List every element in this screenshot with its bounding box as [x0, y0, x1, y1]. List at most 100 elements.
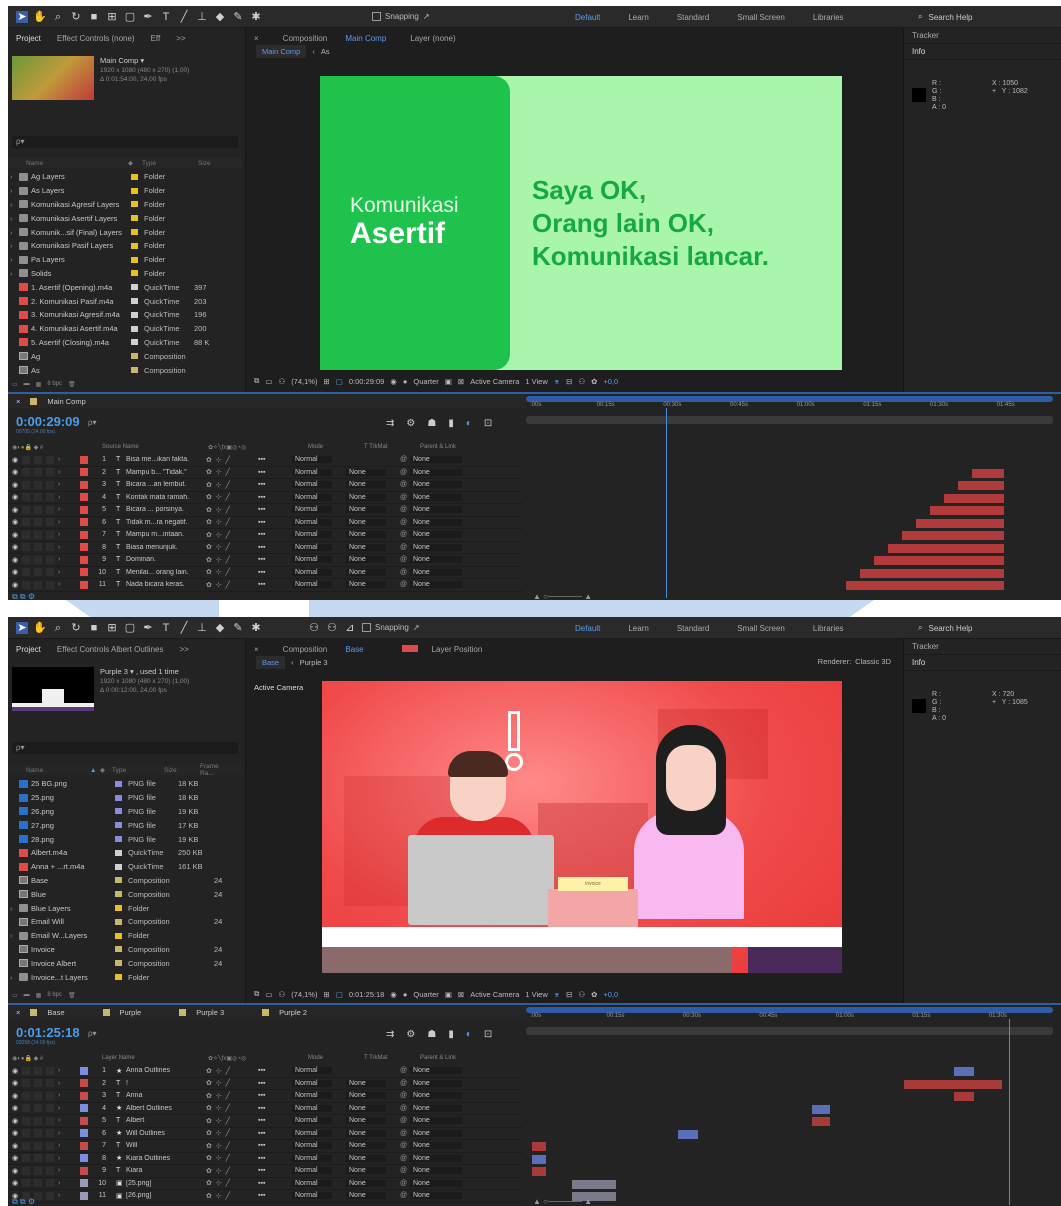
col-size[interactable]: Size [164, 767, 200, 774]
switch-boxes[interactable]: ▪▪▪ [258, 519, 292, 526]
monitor-icon[interactable]: ▭ [265, 990, 272, 999]
layer-row[interactable]: ◉ › 9 T Kiara ✿ ⊹ ╱ ▪▪▪ Normal None @ None [8, 1165, 523, 1178]
blend-mode-dropdown[interactable]: Normal [292, 506, 332, 514]
solo-switch[interactable] [34, 493, 42, 502]
workspace-standard[interactable]: Standard [663, 13, 723, 22]
twirl-arrow-icon[interactable]: › [54, 544, 64, 551]
blend-mode-dropdown[interactable]: Normal [292, 531, 332, 539]
track-matte-dropdown[interactable]: None [346, 481, 386, 489]
color-icon[interactable]: ● [403, 377, 408, 386]
layer-label-color[interactable] [80, 1166, 88, 1175]
lock-switch[interactable] [46, 1079, 54, 1088]
parent-dropdown[interactable]: None [410, 1167, 462, 1175]
new-comp-icon[interactable]: ▦ [36, 381, 42, 388]
blend-mode-dropdown[interactable]: Normal [292, 556, 332, 564]
switch-boxes[interactable]: ▪▪▪ [258, 1080, 292, 1087]
visibility-eye-icon[interactable]: ◉ [8, 543, 18, 551]
layer-label-color[interactable] [80, 1129, 88, 1138]
project-item[interactable]: Email Will Composition 24 [8, 915, 242, 929]
blend-mode-dropdown[interactable]: Normal [292, 468, 332, 476]
track-matte-dropdown[interactable]: None [346, 568, 386, 576]
layer-label-color[interactable] [80, 1141, 88, 1150]
track-matte-dropdown[interactable]: None [346, 1192, 386, 1200]
layer-switches[interactable]: ✿ ⊹ ╱ [206, 1092, 258, 1100]
layer-row[interactable]: ◉ › 2 T! ✿ ⊹ ╱ ▪▪▪ Normal None @ None [8, 1078, 523, 1090]
project-item[interactable]: 3. Komunikasi Agresif.m4a QuickTime 196 [8, 308, 242, 322]
label-color[interactable] [115, 836, 122, 843]
snapping-toggle[interactable]: Snapping ↗ [362, 623, 420, 632]
label-color[interactable] [115, 808, 122, 815]
rotate-tool-icon[interactable]: ↻ [70, 622, 82, 634]
layer-duration-bar[interactable] [888, 543, 1004, 553]
layer-label-color[interactable] [80, 555, 88, 564]
layer-duration-bar[interactable] [958, 481, 1004, 490]
visibility-eye-icon[interactable]: ◉ [8, 568, 18, 576]
parent-dropdown[interactable]: None [410, 506, 462, 514]
snapshot-icon[interactable]: ◉ [390, 377, 397, 386]
parent-dropdown[interactable]: None [410, 468, 462, 476]
blend-mode-dropdown[interactable]: Normal [292, 1192, 332, 1200]
lock-switch[interactable] [46, 1066, 54, 1075]
current-time[interactable]: 0:00:29:09 [349, 377, 384, 386]
parent-dropdown[interactable]: None [410, 518, 462, 526]
blend-mode-dropdown[interactable]: Normal [292, 1117, 332, 1125]
visibility-eye-icon[interactable]: ◉ [8, 456, 18, 464]
twirl-arrow-icon[interactable]: › [54, 569, 64, 576]
selection-tool-icon[interactable]: ➤ [16, 10, 28, 23]
visibility-eye-icon[interactable]: ◉ [8, 468, 18, 476]
blend-mode-dropdown[interactable]: Normal [292, 481, 332, 489]
project-item[interactable]: Base Composition 24 [8, 874, 242, 888]
zoom-slider[interactable]: ▲ ○────── ▲ [533, 1197, 592, 1206]
timeline-tab-base[interactable]: Base [47, 1008, 64, 1017]
solo-switch[interactable] [34, 1191, 42, 1200]
audio-switch[interactable] [22, 455, 30, 464]
lock-switch[interactable] [46, 568, 54, 577]
layer-switches[interactable]: ✿ ⊹ ╱ [206, 1192, 258, 1200]
time-navigator[interactable] [526, 1027, 1053, 1035]
col-size[interactable]: Size [198, 160, 226, 167]
interpret-footage-icon[interactable]: ▭ [12, 381, 18, 388]
track-matte-dropdown[interactable]: None [346, 1104, 386, 1112]
transparency-grid-icon[interactable]: ⊠ [458, 377, 464, 386]
col-layer-name[interactable]: Layer Name [102, 1055, 208, 1061]
work-area-bar[interactable] [526, 1007, 1053, 1013]
switch-boxes[interactable]: ▪▪▪ [258, 581, 292, 588]
bpc-label[interactable]: 8 bpc [47, 381, 62, 387]
twirl-arrow-icon[interactable]: › [54, 1180, 64, 1187]
renderer-setting[interactable]: Renderer: Classic 3D [818, 657, 891, 666]
resolution-dropdown[interactable]: Quarter [413, 377, 438, 386]
camera-dropdown[interactable]: Active Camera [470, 990, 519, 999]
workspace-learn[interactable]: Learn [614, 13, 662, 22]
pickwhip-icon[interactable]: @ [400, 1117, 410, 1124]
expand-arrow-icon[interactable]: › [8, 186, 16, 195]
pickwhip-icon[interactable]: @ [400, 581, 410, 588]
layer-duration-bar[interactable] [972, 468, 1004, 478]
expand-arrow-icon[interactable]: › [8, 255, 16, 264]
label-color[interactable] [115, 905, 122, 912]
label-color[interactable] [115, 877, 122, 884]
expand-arrow-icon[interactable]: › [8, 214, 16, 223]
project-item[interactable]: As Composition [8, 363, 242, 377]
layer-switches[interactable]: ✿ ⊹ ╱ [206, 506, 258, 514]
shy-icon[interactable]: ☗ [427, 1029, 436, 1040]
expand-arrow-icon[interactable]: › [8, 228, 16, 237]
visibility-eye-icon[interactable]: ◉ [8, 1117, 18, 1125]
layer-row[interactable]: ◉ › 3 T Anna ✿ ⊹ ╱ ▪▪▪ Normal None @ None [8, 1090, 523, 1103]
layer-switches[interactable]: ✿ ⊹ ╱ [206, 1167, 258, 1175]
blend-mode-dropdown[interactable]: Normal [292, 543, 332, 551]
snapping-toggle[interactable]: Snapping ↗ [372, 12, 430, 21]
search-help[interactable]: ⌕ Search Help [918, 621, 1053, 635]
mask-icon[interactable]: ⚇ [278, 990, 285, 999]
close-icon[interactable]: × [246, 34, 267, 43]
blend-mode-dropdown[interactable]: Normal [292, 581, 332, 589]
lock-switch[interactable] [46, 543, 54, 552]
project-item[interactable]: › As Layers Folder [8, 184, 242, 198]
label-color[interactable] [131, 201, 138, 208]
timeline-tab-purple-3[interactable]: Purple 3 [196, 1008, 224, 1017]
workspace-libraries[interactable]: Libraries [799, 13, 858, 22]
track-matte-dropdown[interactable]: None [346, 468, 386, 476]
project-item[interactable]: 28.png PNG file 19 KB [8, 832, 242, 846]
switch-boxes[interactable]: ▪▪▪ [258, 1117, 292, 1124]
switch-boxes[interactable]: ▪▪▪ [258, 1155, 292, 1162]
parent-dropdown[interactable]: None [410, 493, 462, 501]
